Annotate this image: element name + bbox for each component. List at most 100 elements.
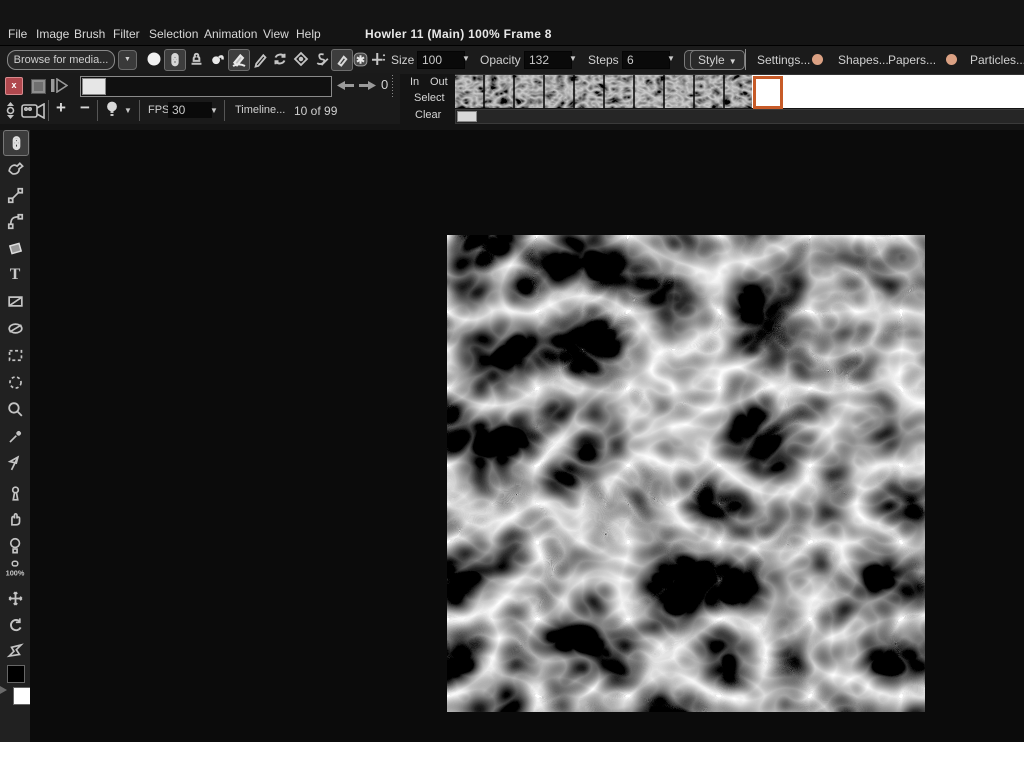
- size-label: Size: [391, 53, 414, 67]
- onion-skin-icon[interactable]: [3, 101, 18, 120]
- bent-pin-tool[interactable]: [3, 638, 27, 662]
- timeline-thumbnail-strip[interactable]: [455, 74, 1024, 108]
- tool-palette: T: [0, 130, 30, 742]
- menu-bar: File Image Brush Filter Selection Animat…: [0, 24, 1024, 44]
- asterisk-icon[interactable]: [350, 49, 370, 69]
- menu-file[interactable]: File: [8, 27, 27, 41]
- scribble-pen-icon[interactable]: [311, 49, 331, 69]
- fps-dropdown-icon[interactable]: ▼: [210, 106, 218, 115]
- magic-wand-tool[interactable]: [3, 424, 27, 448]
- fill-tool[interactable]: [3, 156, 27, 180]
- shapes-button[interactable]: Shapes...: [838, 53, 889, 67]
- ellipse-tool[interactable]: [3, 316, 27, 340]
- steps-label: Steps: [588, 53, 619, 67]
- timeline-out-button[interactable]: Out: [430, 76, 448, 88]
- clone-stamp-icon[interactable]: [186, 49, 206, 69]
- stop-button[interactable]: [31, 79, 46, 94]
- size-value[interactable]: 100: [417, 51, 465, 69]
- frame-offset-value: 0: [381, 77, 388, 92]
- projector-icon[interactable]: [21, 103, 45, 119]
- timeline-scrollbar[interactable]: [455, 109, 1024, 124]
- pencil-icon[interactable]: [250, 49, 270, 69]
- menu-brush[interactable]: Brush: [74, 27, 105, 41]
- close-timeline-button[interactable]: x: [5, 77, 23, 95]
- remove-frame-button[interactable]: −: [80, 98, 90, 118]
- smudge-icon[interactable]: [207, 49, 227, 69]
- rotate-arrows-icon[interactable]: [270, 49, 290, 69]
- opacity-value[interactable]: 132: [524, 51, 572, 69]
- warp-diamond-icon[interactable]: [291, 49, 311, 69]
- menu-help[interactable]: Help: [296, 27, 321, 41]
- salmon-dot-icon[interactable]: [946, 54, 957, 65]
- window-title: Howler 11 (Main) 100% Frame 8: [365, 27, 552, 41]
- thumbnail-dividers: [455, 75, 752, 108]
- secondary-color-swatch[interactable]: [13, 687, 31, 705]
- fps-value[interactable]: 30: [168, 102, 212, 118]
- airbrush-tool[interactable]: [3, 130, 29, 156]
- menu-selection[interactable]: Selection: [149, 27, 198, 41]
- next-frame-button[interactable]: [359, 80, 376, 91]
- pan-hand-tool[interactable]: [3, 506, 27, 530]
- timeline-clear-button[interactable]: Clear: [415, 109, 441, 121]
- toolbar-separator: [745, 49, 746, 70]
- primary-color-swatch[interactable]: [7, 665, 25, 683]
- current-frame-marker[interactable]: [753, 76, 783, 109]
- style-button-label: Style: [698, 53, 725, 67]
- keyframe-bulb-icon[interactable]: [106, 101, 118, 119]
- frame-scrubber[interactable]: [80, 76, 332, 97]
- crop-rect-tool[interactable]: [3, 289, 27, 313]
- transform-tool[interactable]: [3, 236, 27, 260]
- curve-tool[interactable]: [3, 209, 27, 233]
- line-tool[interactable]: [3, 183, 27, 207]
- separator: [97, 100, 98, 121]
- polygon-lasso-tool[interactable]: [3, 451, 27, 475]
- style-dropdown-icon: ▼: [729, 57, 737, 66]
- crosshair-dots-icon[interactable]: [368, 49, 388, 69]
- separator: [224, 100, 225, 121]
- steps-dropdown-icon[interactable]: ▼: [667, 54, 675, 63]
- menu-animation[interactable]: Animation: [204, 27, 257, 41]
- salmon-dot-icon[interactable]: [812, 54, 823, 65]
- rect-select-tool[interactable]: [3, 343, 27, 367]
- settings-button[interactable]: Settings...: [757, 53, 810, 67]
- timeline-scrollbar-handle[interactable]: [457, 111, 477, 122]
- ellipse-select-tool[interactable]: [3, 370, 27, 394]
- pushpin-tool[interactable]: [3, 481, 27, 505]
- keyframe-dropdown-icon[interactable]: ▼: [124, 106, 132, 115]
- timeline-button[interactable]: Timeline...: [235, 104, 285, 116]
- style-button[interactable]: Style ▼: [690, 50, 745, 70]
- transport-bar: x 0: [0, 73, 400, 98]
- text-tool[interactable]: T: [3, 262, 27, 286]
- swatch-marker-icon: [0, 686, 7, 694]
- browse-dropdown-button[interactable]: ▼: [118, 50, 137, 70]
- text-tool-glyph: T: [10, 266, 21, 283]
- airbrush-tool-icon[interactable]: [164, 49, 186, 71]
- canvas-background: [30, 130, 1024, 742]
- zoom-100-glyph: 100%: [6, 569, 25, 578]
- browse-for-media-button[interactable]: Browse for media...: [7, 50, 115, 70]
- magnifier-tool[interactable]: [3, 397, 27, 421]
- timeline-select-button[interactable]: Select: [414, 92, 445, 104]
- add-frame-button[interactable]: +: [56, 98, 66, 118]
- particles-button[interactable]: Particles...: [970, 53, 1024, 67]
- move-tool[interactable]: [3, 586, 27, 610]
- media-toolbar: Browse for media... ▼: [0, 45, 1024, 74]
- prev-frame-button[interactable]: [337, 80, 354, 91]
- undo-tool[interactable]: [3, 613, 27, 637]
- menu-image[interactable]: Image: [36, 27, 69, 41]
- steps-value[interactable]: 6: [622, 51, 670, 69]
- menu-view[interactable]: View: [263, 27, 289, 41]
- timeline-in-button[interactable]: In: [410, 76, 419, 88]
- menu-filter[interactable]: Filter: [113, 27, 140, 41]
- canvas-image[interactable]: [447, 235, 925, 712]
- zoom-100-tool[interactable]: 100%: [3, 558, 27, 582]
- separator: [48, 100, 49, 121]
- opacity-dropdown-icon[interactable]: ▼: [569, 54, 577, 63]
- zoom-box-tool[interactable]: [3, 533, 27, 557]
- frame-scrubber-handle[interactable]: [82, 78, 106, 95]
- pen-tool-icon[interactable]: [228, 49, 250, 71]
- size-dropdown-icon[interactable]: ▼: [462, 54, 470, 63]
- papers-button[interactable]: Papers...: [888, 53, 936, 67]
- soft-brush-icon[interactable]: [144, 49, 164, 69]
- play-button[interactable]: [50, 78, 68, 93]
